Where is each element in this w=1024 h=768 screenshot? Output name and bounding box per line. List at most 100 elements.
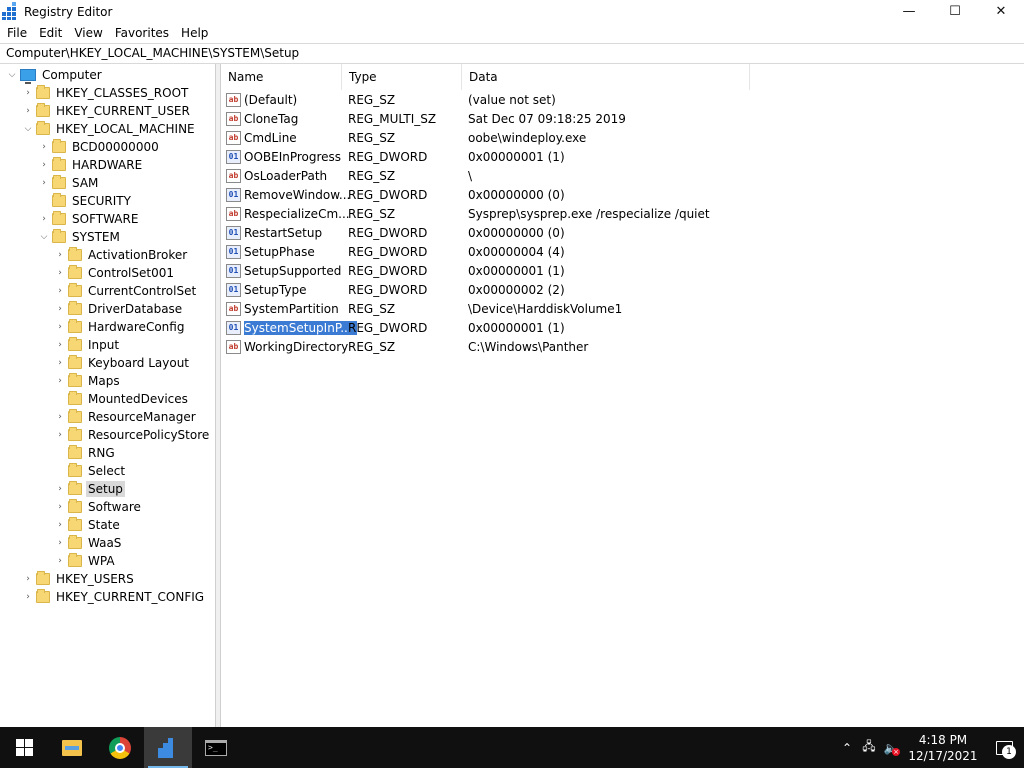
column-header-name[interactable]: Name xyxy=(221,64,342,90)
tree-item-keyboard-layout[interactable]: › Keyboard Layout xyxy=(54,354,191,372)
clock[interactable]: 4:18 PM 12/17/2021 xyxy=(902,732,984,764)
chevron-right-icon[interactable]: › xyxy=(54,498,66,516)
list-item[interactable]: 01 RemoveWindow... REG_DWORD 0x00000000 … xyxy=(221,185,565,204)
chevron-right-icon[interactable]: › xyxy=(54,264,66,282)
tree-item-state[interactable]: › State xyxy=(54,516,122,534)
chevron-right-icon[interactable]: › xyxy=(54,372,66,390)
tree-item-mounteddevices[interactable]: MountedDevices xyxy=(54,390,190,408)
tree-item-select[interactable]: Select xyxy=(54,462,127,480)
key-tree[interactable]: ⌵ Computer › HKEY_CLASSES_ROOT › HKEY_CU… xyxy=(0,64,216,727)
list-item[interactable]: ab CmdLine REG_SZ oobe\windeploy.exe xyxy=(221,128,586,147)
start-button[interactable] xyxy=(0,727,48,768)
list-item[interactable]: 01 SetupType REG_DWORD 0x00000002 (2) xyxy=(221,280,565,299)
tree-item-input[interactable]: › Input xyxy=(54,336,121,354)
chevron-right-icon[interactable]: › xyxy=(54,408,66,426)
tree-label: MountedDevices xyxy=(88,392,188,406)
list-item[interactable]: 01 SetupPhase REG_DWORD 0x00000004 (4) xyxy=(221,242,565,261)
chevron-right-icon[interactable]: › xyxy=(22,84,34,102)
chevron-right-icon[interactable]: › xyxy=(38,210,50,228)
taskbar-chrome[interactable] xyxy=(96,727,144,768)
tree-item-hardware[interactable]: › HARDWARE xyxy=(38,156,144,174)
menu-file[interactable]: File xyxy=(1,23,33,43)
close-button[interactable]: ✕ xyxy=(978,0,1024,23)
tree-item-currentcontrolset[interactable]: › CurrentControlSet xyxy=(54,282,198,300)
chevron-down-icon[interactable]: ⌵ xyxy=(38,228,50,246)
tree-item-setup[interactable]: › Setup xyxy=(54,480,125,498)
chevron-right-icon[interactable]: › xyxy=(38,156,50,174)
tree-item-hardwareconfig[interactable]: › HardwareConfig xyxy=(54,318,186,336)
values-list[interactable]: Name Type Data ab (Default) REG_SZ (valu… xyxy=(221,64,1024,727)
tree-item-maps[interactable]: › Maps xyxy=(54,372,122,390)
network-icon[interactable]: 🖧 xyxy=(858,727,880,768)
list-item[interactable]: ab WorkingDirectory REG_SZ C:\Windows\Pa… xyxy=(221,337,588,356)
tree-item-waas[interactable]: › WaaS xyxy=(54,534,123,552)
tree-item-hkey-classes-root[interactable]: › HKEY_CLASSES_ROOT xyxy=(22,84,190,102)
maximize-button[interactable]: ☐ xyxy=(932,0,978,23)
chevron-right-icon[interactable]: › xyxy=(54,426,66,444)
tree-item-computer[interactable]: ⌵ Computer xyxy=(6,66,104,84)
tree-item-hkey-current-user[interactable]: › HKEY_CURRENT_USER xyxy=(22,102,192,120)
chevron-right-icon[interactable]: › xyxy=(38,174,50,192)
tree-label: ResourcePolicyStore xyxy=(88,428,210,442)
menu-help[interactable]: Help xyxy=(175,23,214,43)
chevron-down-icon[interactable]: ⌵ xyxy=(22,120,34,138)
chevron-up-icon[interactable]: ⌃ xyxy=(836,727,858,768)
binary-value-icon: 01 xyxy=(226,187,241,202)
list-item[interactable]: ab RespecializeCm... REG_SZ Sysprep\sysp… xyxy=(221,204,710,223)
binary-value-icon: 01 xyxy=(226,282,241,297)
tree-label: State xyxy=(88,518,120,532)
chevron-down-icon[interactable]: ⌵ xyxy=(6,66,18,84)
chevron-right-icon[interactable]: › xyxy=(54,516,66,534)
taskbar-file-explorer[interactable] xyxy=(48,727,96,768)
list-item[interactable]: 01 OOBEInProgress REG_DWORD 0x00000001 (… xyxy=(221,147,565,166)
list-item[interactable]: ab OsLoaderPath REG_SZ \ xyxy=(221,166,472,185)
menu-view[interactable]: View xyxy=(68,23,108,43)
tree-item-rng[interactable]: RNG xyxy=(54,444,117,462)
tree-item-resourcemanager[interactable]: › ResourceManager xyxy=(54,408,198,426)
volume-muted-icon[interactable]: 🔈 × xyxy=(880,727,902,768)
tree-item-hkey-current-config[interactable]: › HKEY_CURRENT_CONFIG xyxy=(22,588,206,606)
chevron-right-icon[interactable]: › xyxy=(54,480,66,498)
list-item[interactable]: ab SystemPartition REG_SZ \Device\Harddi… xyxy=(221,299,622,318)
tree-item-software[interactable]: › SOFTWARE xyxy=(38,210,140,228)
chevron-right-icon[interactable]: › xyxy=(38,138,50,156)
chevron-right-icon[interactable]: › xyxy=(22,588,34,606)
chevron-right-icon[interactable]: › xyxy=(54,354,66,372)
tree-item-hkey-local-machine[interactable]: ⌵ HKEY_LOCAL_MACHINE xyxy=(22,120,197,138)
menu-favorites[interactable]: Favorites xyxy=(109,23,175,43)
tree-item-software-sub[interactable]: › Software xyxy=(54,498,143,516)
list-item[interactable]: ab (Default) REG_SZ (value not set) xyxy=(221,90,556,109)
list-item[interactable]: 01 SetupSupported REG_DWORD 0x00000001 (… xyxy=(221,261,565,280)
chevron-right-icon[interactable]: › xyxy=(54,318,66,336)
chevron-right-icon[interactable]: › xyxy=(22,102,34,120)
menu-edit[interactable]: Edit xyxy=(33,23,68,43)
tree-item-resourcepolicystore[interactable]: › ResourcePolicyStore xyxy=(54,426,211,444)
taskbar-registry-editor[interactable] xyxy=(144,727,192,768)
chevron-right-icon[interactable]: › xyxy=(54,534,66,552)
taskbar-command-prompt[interactable]: >_ xyxy=(192,727,240,768)
address-bar[interactable]: Computer\HKEY_LOCAL_MACHINE\SYSTEM\Setup xyxy=(0,43,1024,64)
chevron-right-icon[interactable]: › xyxy=(54,300,66,318)
list-item[interactable]: ab CloneTag REG_MULTI_SZ Sat Dec 07 09:1… xyxy=(221,109,626,128)
column-header-data[interactable]: Data xyxy=(462,64,750,90)
tree-item-controlset001[interactable]: › ControlSet001 xyxy=(54,264,176,282)
list-item[interactable]: 01 RestartSetup REG_DWORD 0x00000000 (0) xyxy=(221,223,565,242)
chevron-right-icon[interactable]: › xyxy=(54,246,66,264)
chevron-right-icon[interactable]: › xyxy=(54,552,66,570)
chevron-right-icon[interactable]: › xyxy=(54,282,66,300)
column-header-type[interactable]: Type xyxy=(342,64,462,90)
folder-icon xyxy=(36,571,50,585)
tree-item-activationbroker[interactable]: › ActivationBroker xyxy=(54,246,189,264)
tree-item-sam[interactable]: › SAM xyxy=(38,174,100,192)
tree-item-bcd[interactable]: › BCD00000000 xyxy=(38,138,161,156)
tree-item-wpa[interactable]: › WPA xyxy=(54,552,117,570)
notification-center-button[interactable]: 1 xyxy=(984,727,1024,768)
list-item-selected[interactable]: 01 SystemSetupInP... REG_DWORD 0x0000000… xyxy=(221,318,565,337)
minimize-button[interactable]: — xyxy=(886,0,932,23)
tree-item-hkey-users[interactable]: › HKEY_USERS xyxy=(22,570,136,588)
tree-item-system[interactable]: ⌵ SYSTEM xyxy=(38,228,122,246)
tree-item-security[interactable]: SECURITY xyxy=(38,192,133,210)
tree-item-driverdatabase[interactable]: › DriverDatabase xyxy=(54,300,184,318)
chevron-right-icon[interactable]: › xyxy=(22,570,34,588)
chevron-right-icon[interactable]: › xyxy=(54,336,66,354)
